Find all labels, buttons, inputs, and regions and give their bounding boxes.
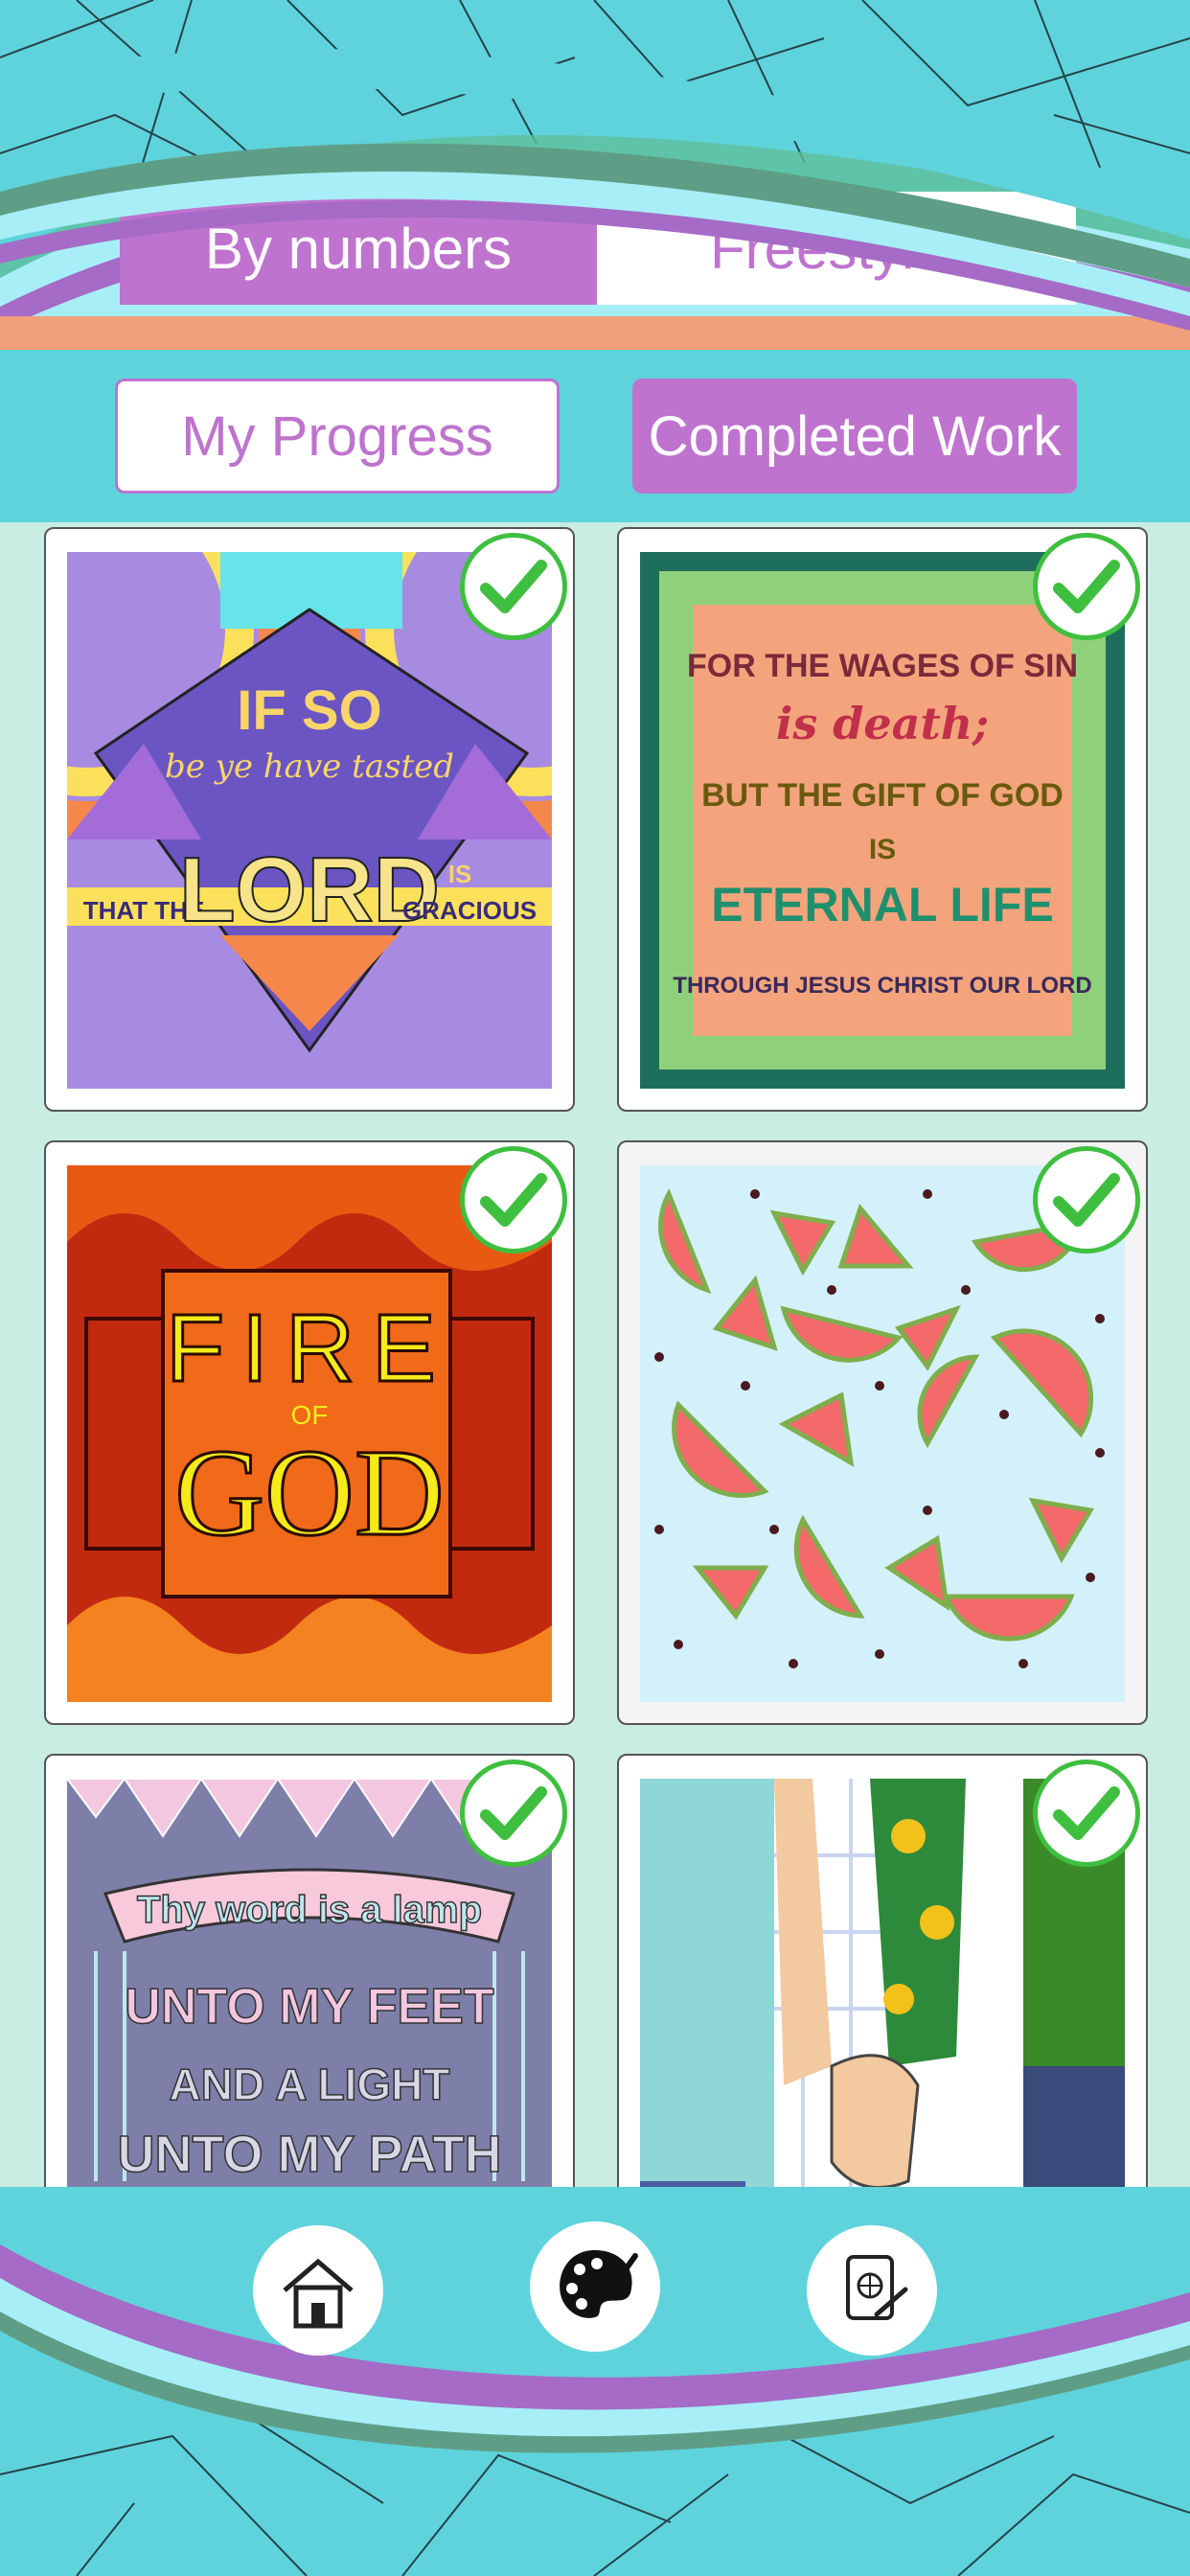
art-text: THROUGH JESUS CHRIST OUR LORD bbox=[673, 973, 1091, 999]
art-text: FOR THE WAGES OF SIN bbox=[687, 648, 1078, 684]
art-text: AND A LIGHT bbox=[169, 2059, 449, 2109]
art-text: FIRE bbox=[166, 1295, 453, 1402]
gallery-icon bbox=[846, 2255, 908, 2320]
my-progress-button[interactable]: My Progress bbox=[115, 379, 560, 494]
completed-check-icon bbox=[460, 1146, 567, 1254]
art-text: IF SO bbox=[237, 679, 381, 742]
art-text: UNTO MY PATH bbox=[117, 2126, 501, 2183]
art-text: GOD bbox=[174, 1424, 445, 1562]
art-text: LORD bbox=[179, 839, 440, 941]
gallery-button[interactable] bbox=[807, 2225, 937, 2356]
artwork-card[interactable]: FOR THE WAGES OF SIN is death; BUT THE G… bbox=[617, 527, 1148, 1112]
completed-check-icon bbox=[1033, 533, 1140, 640]
completed-check-icon bbox=[460, 1760, 567, 1867]
paint-button[interactable] bbox=[530, 2221, 660, 2352]
header: By numbers Freestyle My Progress Complet… bbox=[0, 0, 1190, 522]
artwork-thumbnail: IF SO be ye have tasted THAT THE LORD IS… bbox=[67, 552, 552, 1089]
artwork-card[interactable]: FIRE OF GOD bbox=[44, 1140, 575, 1725]
art-text: IS bbox=[448, 860, 472, 888]
art-text: BUT THE GIFT OF GOD bbox=[701, 777, 1064, 814]
tab-by-numbers[interactable]: By numbers bbox=[120, 192, 597, 305]
artwork-card[interactable]: IF SO be ye have tasted THAT THE LORD IS… bbox=[44, 527, 575, 1112]
art-text: is death; bbox=[776, 698, 989, 749]
art-text: ETERNAL LIFE bbox=[711, 878, 1053, 932]
tab-freestyle[interactable]: Freestyle bbox=[597, 192, 1076, 305]
artwork-card[interactable] bbox=[617, 1140, 1148, 1725]
art-text: GRACIOUS bbox=[402, 896, 537, 925]
completed-check-icon bbox=[460, 533, 567, 640]
art-text: UNTO MY FEET bbox=[125, 1979, 493, 2035]
palette-icon bbox=[560, 2250, 638, 2318]
completed-check-icon bbox=[1033, 1760, 1140, 1867]
artwork-thumbnail: FOR THE WAGES OF SIN is death; BUT THE G… bbox=[640, 552, 1125, 1089]
bottom-navigation-bar bbox=[0, 2187, 1190, 2576]
art-text: IS bbox=[869, 834, 896, 865]
art-text: be ye have tasted bbox=[165, 748, 454, 786]
home-icon bbox=[283, 2258, 354, 2329]
artwork-thumbnail: FIRE OF GOD bbox=[67, 1165, 552, 1702]
art-text: Thy word is a lamp bbox=[137, 1889, 482, 1931]
home-button[interactable] bbox=[253, 2225, 383, 2356]
completed-work-button[interactable]: Completed Work bbox=[632, 379, 1077, 494]
artwork-thumbnail bbox=[640, 1165, 1125, 1702]
completed-check-icon bbox=[1033, 1146, 1140, 1254]
